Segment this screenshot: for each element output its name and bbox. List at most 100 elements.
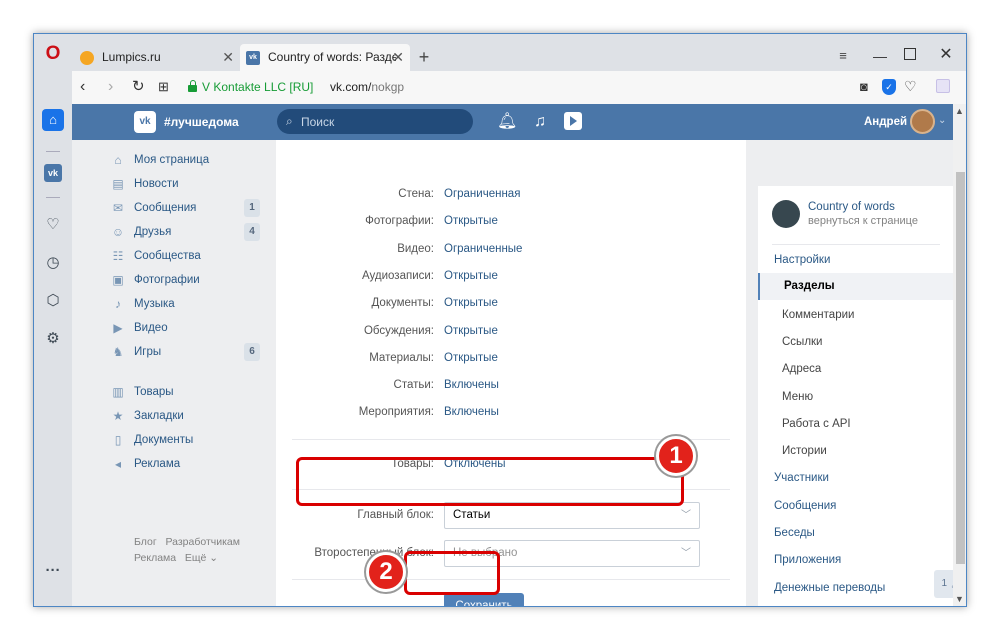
more-dots-icon[interactable]: ···: [44, 562, 62, 580]
sidebar-item[interactable]: ★ Закладки: [113, 406, 184, 426]
vk-logo-icon[interactable]: vk: [134, 111, 156, 133]
url-text[interactable]: vk.com/nokgp: [330, 79, 404, 95]
nav-item-active[interactable]: Разделы: [758, 273, 953, 301]
nav-item[interactable]: Ссылки: [782, 332, 823, 352]
extension-icon[interactable]: [936, 79, 950, 93]
settings-value-link[interactable]: Включены: [444, 403, 499, 421]
settings-gear-icon[interactable]: ⚙: [44, 330, 62, 348]
settings-value-link[interactable]: Открытые: [444, 294, 498, 312]
back-button[interactable]: ‹: [80, 77, 98, 97]
close-tab-icon[interactable]: ✕: [392, 44, 404, 71]
online-counter[interactable]: 1 👤︎: [934, 570, 953, 598]
new-tab-button[interactable]: +: [414, 44, 434, 71]
vpn-shield-icon[interactable]: ✓: [882, 79, 896, 95]
camera-icon[interactable]: ◙: [860, 79, 876, 95]
ads-icon: ◂: [114, 457, 122, 471]
chevron-down-icon[interactable]: ⌄: [938, 113, 946, 129]
back-to-page-link[interactable]: вернуться к странице: [808, 214, 918, 228]
nav-item[interactable]: Комментарии: [782, 305, 854, 325]
music-note-icon[interactable]: ♫: [534, 112, 550, 132]
settings-value-link[interactable]: Ограниченные: [444, 240, 522, 258]
sidebar-item-label: Моя страница: [134, 154, 210, 166]
sidebar-item[interactable]: ▯ Документы: [115, 430, 194, 450]
nav-item[interactable]: Настройки: [774, 250, 830, 270]
group-avatar[interactable]: [772, 200, 800, 228]
opera-logo[interactable]: O: [44, 44, 62, 64]
settings-value-link[interactable]: Открытые: [444, 212, 498, 230]
heart-icon[interactable]: ♡: [44, 216, 62, 234]
settings-value-link[interactable]: Ограниченная: [444, 185, 520, 203]
nav-item[interactable]: Адреса: [782, 359, 821, 379]
sidebar-item[interactable]: ♞ Игры 6: [113, 342, 260, 362]
sidebar-item[interactable]: ⌂ Моя страница: [114, 150, 210, 170]
sidebar-item[interactable]: ☺ Друзья 4: [112, 222, 260, 242]
notifications-bell-icon[interactable]: 🔔︎: [497, 112, 517, 132]
sidebar-item[interactable]: ◂ Реклама: [115, 454, 180, 474]
save-button[interactable]: Сохранить: [444, 593, 524, 606]
footer-link-developers[interactable]: Разработчикам: [165, 536, 240, 548]
vk-messenger-icon[interactable]: vk: [44, 164, 62, 182]
nav-item[interactable]: Журнал действий: [774, 605, 869, 606]
speed-dial-grid-icon[interactable]: ⊞: [158, 77, 176, 97]
video-icon: ▶: [113, 321, 123, 335]
sidebar-divider: [46, 151, 60, 152]
sidebar-item[interactable]: ▶ Видео: [113, 318, 167, 338]
minimize-button[interactable]: —: [870, 46, 890, 66]
bookmark-heart-icon[interactable]: ♡: [904, 78, 920, 94]
scroll-thumb[interactable]: [956, 172, 965, 564]
avatar[interactable]: [910, 109, 935, 134]
sidebar-item-label: Закладки: [134, 410, 184, 422]
home-speed-dial-icon[interactable]: ⌂: [42, 109, 64, 131]
tab-country-of-words[interactable]: vk Country of words: Разделы ✕: [240, 44, 410, 71]
step-2-badge: 2: [366, 552, 406, 592]
maximize-button[interactable]: [904, 48, 916, 60]
footer-link-blog[interactable]: Блог: [134, 536, 157, 548]
group-name[interactable]: Country of words: [808, 200, 895, 214]
nav-item[interactable]: Истории: [782, 441, 827, 461]
extensions-cube-icon[interactable]: ⬡: [44, 292, 62, 310]
settings-value-link[interactable]: Открытые: [444, 349, 498, 367]
settings-value-link[interactable]: Открытые: [444, 267, 498, 285]
lock-icon[interactable]: [188, 80, 197, 92]
nav-item[interactable]: Беседы: [774, 523, 815, 543]
footer-link-ads[interactable]: Реклама: [134, 552, 176, 564]
tab-menu-icon[interactable]: ≡: [834, 46, 852, 66]
forward-button[interactable]: ›: [108, 77, 126, 97]
sidebar-item-label: Фотографии: [134, 274, 200, 286]
scroll-down-icon[interactable]: ▼: [955, 594, 964, 604]
settings-value-link[interactable]: Открытые: [444, 322, 498, 340]
nav-item[interactable]: Приложения: [774, 550, 841, 570]
nav-divider: [772, 244, 940, 245]
nav-item[interactable]: Сообщения: [774, 496, 836, 516]
security-label[interactable]: V Kontakte LLC [RU]: [202, 79, 313, 95]
nav-item[interactable]: Меню: [782, 387, 813, 407]
play-button-icon[interactable]: [564, 112, 582, 130]
games-icon: ♞: [112, 345, 124, 359]
sidebar-item[interactable]: ▤ Новости: [112, 174, 178, 194]
step-1-badge: 1: [656, 436, 696, 476]
close-tab-icon[interactable]: ✕: [222, 44, 234, 71]
search-input[interactable]: ⌕ Поиск: [277, 109, 473, 134]
sidebar-item[interactable]: ♪ Музыка: [115, 294, 175, 314]
sidebar-item[interactable]: ▥ Товары: [112, 382, 174, 402]
settings-value-link[interactable]: Включены: [444, 376, 499, 394]
sidebar-item-label: Игры: [134, 346, 162, 358]
nav-item[interactable]: Денежные переводы: [774, 578, 885, 598]
scroll-up-icon[interactable]: ▲: [955, 106, 964, 116]
vk-hashtag-logo[interactable]: #лучшедома: [164, 113, 239, 131]
page-scrollbar[interactable]: ▲ ▼: [953, 104, 966, 606]
sidebar-item[interactable]: ✉ Сообщения 1: [113, 198, 260, 218]
footer-link-more[interactable]: Ещё ⌄: [185, 552, 218, 564]
sidebar-item[interactable]: ☷ Сообщества: [113, 246, 201, 266]
history-clock-icon[interactable]: ◷: [44, 254, 62, 272]
sidebar-item[interactable]: ▣ Фотографии: [112, 270, 200, 290]
nav-item[interactable]: Участники: [774, 468, 829, 488]
reload-icon[interactable]: ↻: [132, 77, 150, 97]
nav-item[interactable]: Работа с API: [782, 414, 851, 434]
tab-lumpics[interactable]: Lumpics.ru ✕: [74, 44, 240, 71]
messages-icon: ✉: [112, 201, 124, 215]
sidebar-item-label: Товары: [134, 386, 174, 398]
user-name[interactable]: Андрей: [864, 114, 907, 130]
main-block-select[interactable]: Статьи ﹀: [444, 502, 700, 529]
close-window-button[interactable]: ✕: [936, 44, 956, 66]
